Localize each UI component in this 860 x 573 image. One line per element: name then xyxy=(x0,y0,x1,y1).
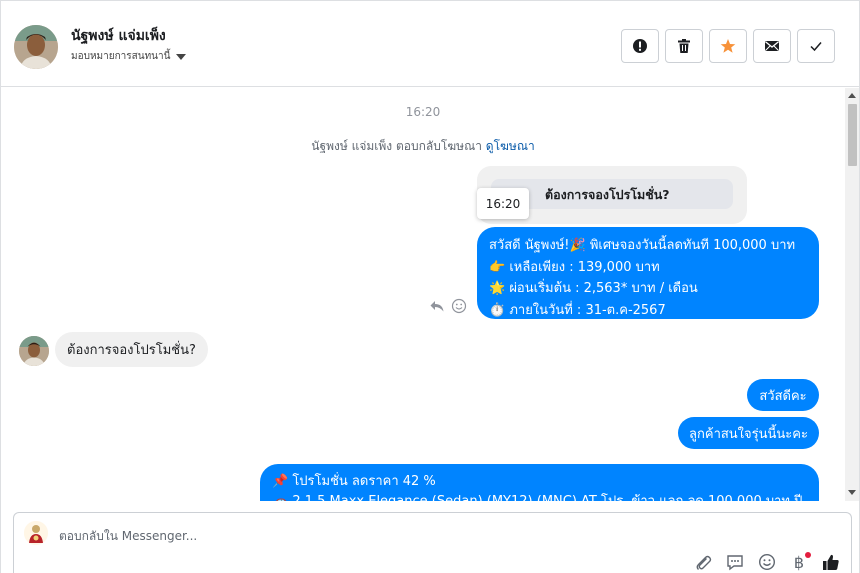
mark-unread-button[interactable] xyxy=(753,29,791,63)
baht-icon: ฿ xyxy=(793,552,805,572)
scroll-thumb[interactable] xyxy=(848,104,857,166)
caret-down-icon xyxy=(176,53,187,60)
hello-message-bubble[interactable]: สวัสดีคะ xyxy=(747,379,819,411)
star-icon xyxy=(720,39,736,53)
user-name: นัฐพงษ์ แจ่มเพ็ง xyxy=(71,28,166,44)
view-ad-link[interactable]: ดูโฆษณา xyxy=(486,139,535,153)
reaction-icon[interactable] xyxy=(451,298,467,314)
delete-button[interactable] xyxy=(665,29,703,63)
reply-icon[interactable] xyxy=(429,298,445,314)
payment-button[interactable]: ฿ xyxy=(789,552,811,572)
promo-line: 🌟 ผ่อนเริ่มต้น : 2,563* บาท / เดือน xyxy=(489,281,698,296)
smiley-icon xyxy=(758,553,776,571)
message-hover-tools xyxy=(429,298,467,314)
mail-icon xyxy=(765,41,779,51)
saved-replies-button[interactable] xyxy=(725,552,745,572)
page-avatar xyxy=(24,521,48,545)
customer-avatar xyxy=(19,336,49,366)
paperclip-icon xyxy=(696,555,712,570)
ad-reply-text: นัฐพงษ์ แจ่มเพ็ง ตอบกลับโฆษณา xyxy=(311,139,482,153)
mark-done-button[interactable] xyxy=(797,29,835,63)
message-thread[interactable]: 16:20 นัฐพงษ์ แจ่มเพ็ง ตอบกลับโฆษณา ดูโฆ… xyxy=(1,88,845,501)
thread-scrollbar[interactable] xyxy=(845,88,859,501)
scroll-down-arrow-icon[interactable] xyxy=(848,490,856,495)
conversation-actions xyxy=(621,29,835,63)
star-button[interactable] xyxy=(709,29,747,63)
notification-dot xyxy=(805,552,811,558)
promo-detail-line: 🚗 2.1.5 Maxx Elegance (Sedan) (MY12) (MN… xyxy=(272,492,807,501)
check-icon xyxy=(810,42,822,52)
conversation-header: นัฐพงษ์ แจ่มเพ็ง มอบหมายการสนทนานี้ xyxy=(1,1,859,87)
trash-icon xyxy=(678,39,690,53)
time-tooltip: 16:20 xyxy=(477,188,529,219)
promo-line: ⏱️ ภายในวันที่ : 31-ต.ค-2567 xyxy=(489,302,666,318)
like-button[interactable] xyxy=(821,552,841,572)
promo-detail-bubble[interactable]: 📌 โปรโมชั่น ลดราคา 42 % 🚗 2.1.5 Maxx Ele… xyxy=(260,464,819,501)
mark-spam-button[interactable] xyxy=(621,29,659,63)
ad-reply-note: นัฐพงษ์ แจ่มเพ็ง ตอบกลับโฆษณา ดูโฆษณา xyxy=(1,137,845,156)
assign-conversation-dropdown[interactable]: มอบหมายการสนทนานี้ xyxy=(71,49,187,64)
promo-detail-line: 📌 โปรโมชั่น ลดราคา 42 % xyxy=(272,474,436,489)
reply-input[interactable]: ตอบกลับใน Messenger... xyxy=(59,527,197,546)
promo-line: สวัสดี นัฐพงษ์!🎉 พิเศษจองวันนี้ลดทันที 1… xyxy=(489,238,796,253)
attach-button[interactable] xyxy=(693,552,713,572)
message-timestamp: 16:20 xyxy=(405,105,441,119)
interest-message-bubble[interactable]: ลูกค้าสนใจรุ่นนี้นะคะ xyxy=(678,417,819,449)
emoji-button[interactable] xyxy=(757,552,777,572)
promo-message-bubble[interactable]: สวัสดี นัฐพงษ์!🎉 พิเศษจองวันนี้ลดทันที 1… xyxy=(477,227,819,319)
alert-icon xyxy=(633,39,647,53)
user-avatar[interactable] xyxy=(14,25,58,69)
composer-toolbar: ฿ xyxy=(693,552,841,572)
message-composer: ตอบกลับใน Messenger... ฿ xyxy=(13,512,852,573)
assign-label: มอบหมายการสนทนานี้ xyxy=(71,51,171,62)
promo-line: 👉 เหลือเพียง : 139,000 บาท xyxy=(489,259,660,275)
scroll-up-arrow-icon[interactable] xyxy=(848,93,856,98)
chat-bubble-icon xyxy=(727,555,743,571)
messenger-conversation: นัฐพงษ์ แจ่มเพ็ง มอบหมายการสนทนานี้ 16:2… xyxy=(0,0,860,573)
customer-message-bubble[interactable]: ต้องการจองโปรโมชั่น? xyxy=(55,332,208,367)
thumbs-up-icon xyxy=(823,554,839,570)
